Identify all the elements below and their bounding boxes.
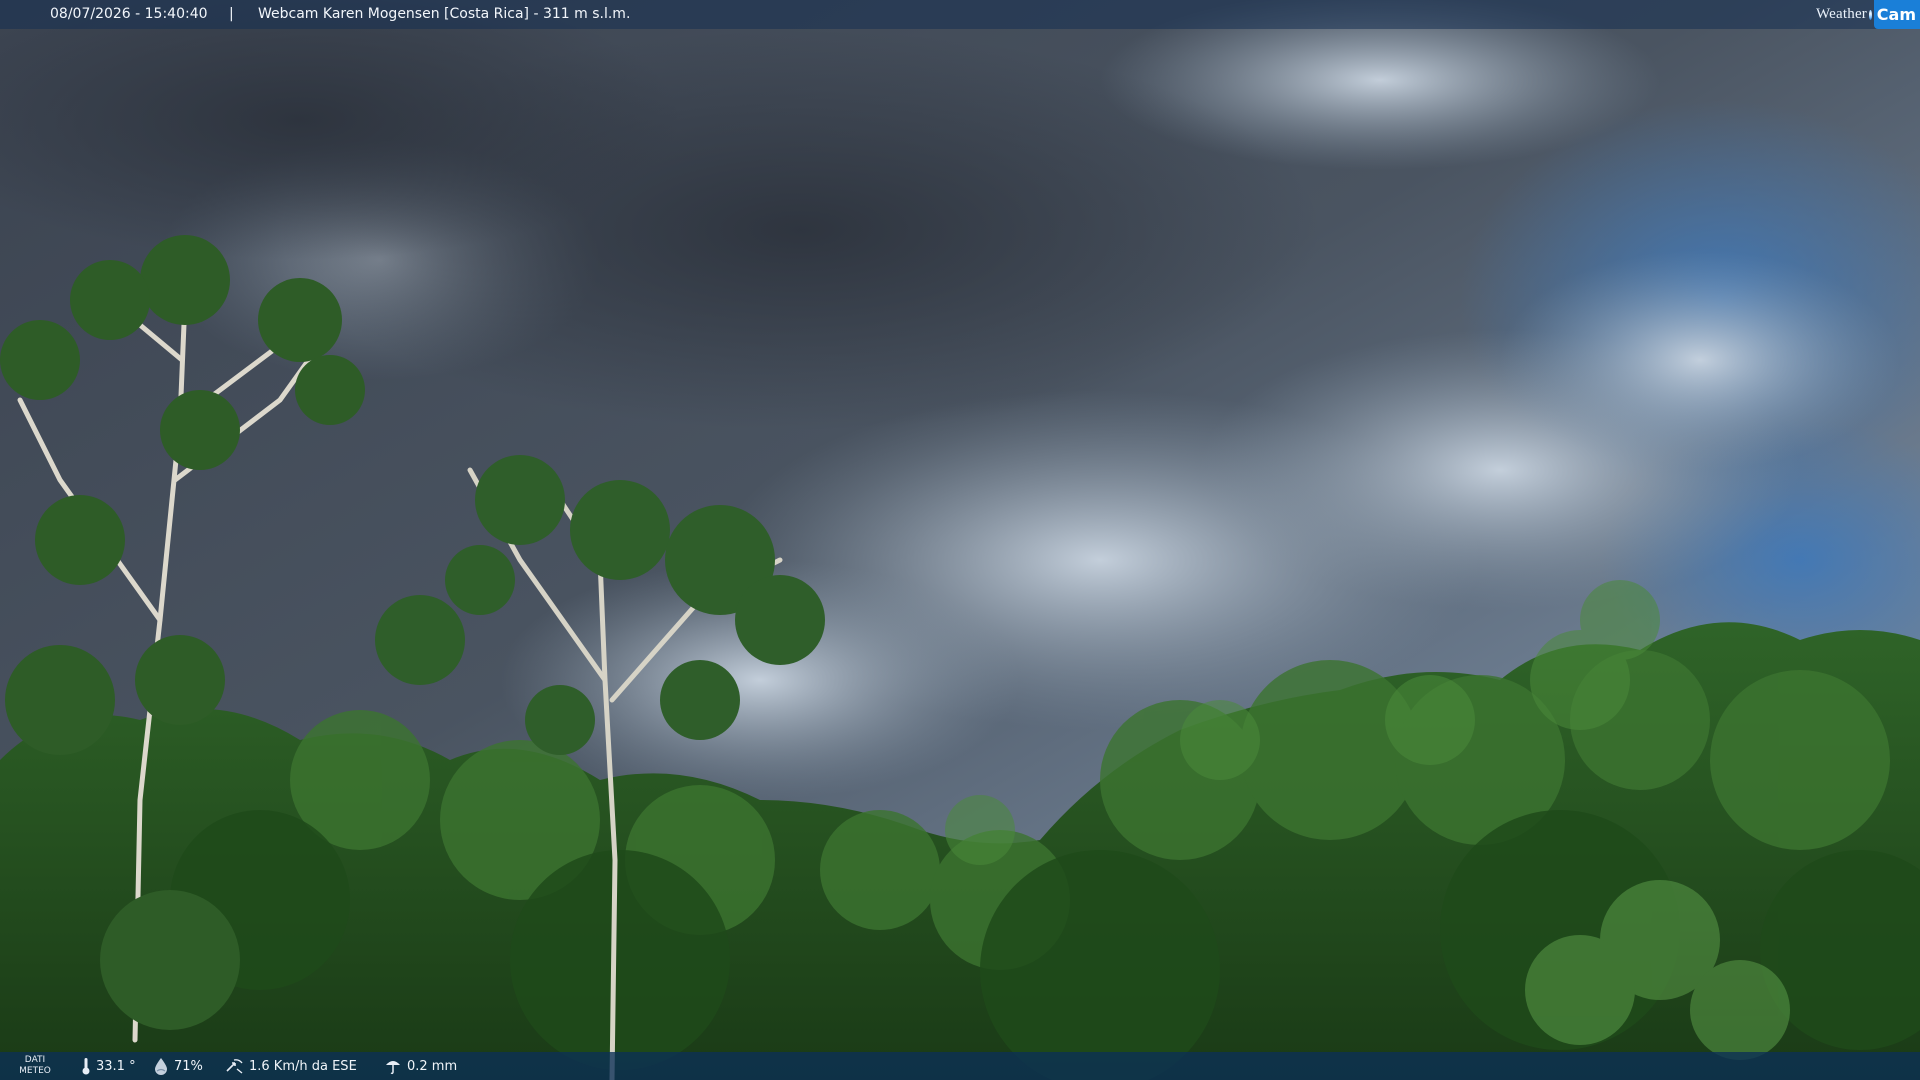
timestamp: 08/07/2026 - 15:40:40 (50, 6, 208, 22)
rain-readout: 0.2 mm (383, 1052, 457, 1080)
humidity-value: 71% (174, 1058, 203, 1074)
logo-dot-icon (1869, 9, 1872, 20)
camera-title: Webcam Karen Mogensen [Costa Rica] - 311… (258, 6, 631, 22)
weather-data-bar: DATI METEO 33.1 ° 71% 1.6 Km/h da ESE 0.… (0, 1052, 1920, 1080)
humidity-icon (155, 1058, 167, 1075)
top-info-bar: 08/07/2026 - 15:40:40 | Webcam Karen Mog… (0, 0, 1920, 29)
meteo-label-line2: METEO (19, 1066, 51, 1076)
humidity-readout: 71% (152, 1052, 203, 1080)
rain-icon (386, 1061, 400, 1075)
title-separator: | (229, 6, 234, 22)
wind-value: 1.6 Km/h da ESE (249, 1058, 357, 1074)
weathercam-logo: Weather Cam (1816, 0, 1920, 29)
logo-word: Weather (1816, 6, 1867, 22)
logo-cam: Cam (1873, 0, 1920, 29)
wind-icon (226, 1059, 243, 1074)
thermometer-icon (82, 1058, 90, 1075)
temperature-value: 33.1 ° (96, 1058, 136, 1074)
webcam-image (0, 0, 1920, 1080)
wind-readout: 1.6 Km/h da ESE (225, 1052, 357, 1080)
temperature-readout: 33.1 ° (80, 1052, 136, 1080)
meteo-label-line1: DATI (24, 1055, 46, 1065)
rain-value: 0.2 mm (407, 1058, 458, 1074)
meteo-section-label: DATI METEO (18, 1055, 52, 1077)
